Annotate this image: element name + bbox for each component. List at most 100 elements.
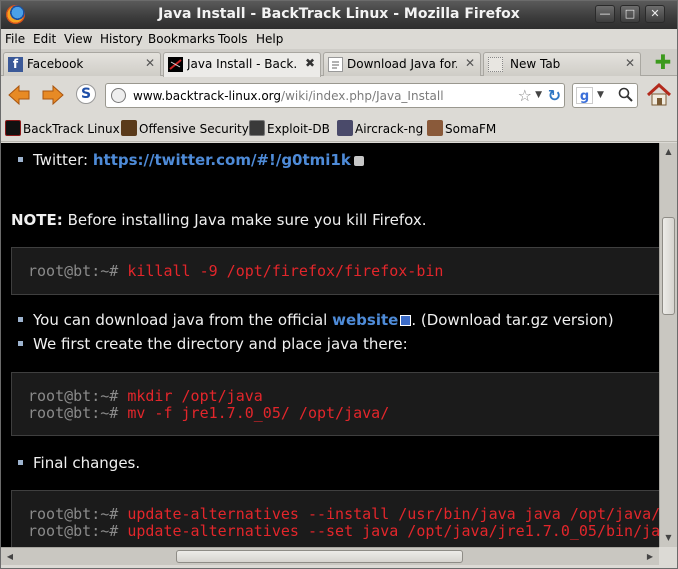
backtrack-icon	[5, 120, 21, 136]
url-bar[interactable]: www.backtrack-linux.org/wiki/index.php/J…	[105, 83, 565, 108]
close-window-button[interactable]: ✕	[645, 5, 665, 23]
list-item: Final changes.	[18, 454, 140, 472]
backtrack-icon	[168, 57, 183, 72]
bookmark-label: Aircrack-ng	[355, 122, 424, 136]
shell-prompt: root@bt:~#	[28, 262, 128, 280]
url-path: /wiki/index.php/Java_Install	[281, 89, 444, 103]
reload-icon[interactable]: ↻	[548, 86, 561, 105]
lock-icon	[353, 156, 364, 166]
tab-download-java[interactable]: Download Java for... ✕	[323, 52, 481, 76]
google-icon[interactable]: g	[576, 87, 593, 104]
title-bar: Java Install - BackTrack Linux - Mozilla…	[1, 1, 677, 29]
bullet-icon	[18, 157, 23, 162]
vertical-scroll-thumb[interactable]	[662, 217, 675, 315]
back-arrow-icon[interactable]	[7, 85, 31, 105]
scroll-down-icon[interactable]: ▼	[660, 531, 677, 545]
tab-label: Java Install - Back...	[187, 57, 297, 71]
menu-edit[interactable]: Edit	[33, 32, 56, 46]
horizontal-scrollbar[interactable]: ◀ ▶	[1, 547, 659, 565]
url-domain: www.backtrack-linux.org	[133, 89, 282, 103]
scrollbar-corner	[659, 547, 677, 565]
bookmark-label: Exploit-DB	[267, 122, 330, 136]
code-line: root@bt:~# mkdir /opt/java	[28, 387, 263, 405]
tab-java-install[interactable]: Java Install - Back... ✖	[163, 52, 321, 77]
firefox-window: Java Install - BackTrack Linux - Mozilla…	[0, 0, 678, 569]
bookmark-somafm[interactable]: SomaFM	[427, 120, 496, 138]
bookmark-backtrack-linux[interactable]: BackTrack Linux	[5, 120, 120, 138]
bookmark-star-icon[interactable]: ☆	[518, 86, 532, 105]
search-engine-dropdown-icon[interactable]: ▼	[597, 90, 604, 100]
exploit-db-icon	[249, 120, 265, 136]
history-dropdown-icon[interactable]: ▼	[535, 90, 542, 100]
note-paragraph: NOTE: Before installing Java make sure y…	[11, 211, 427, 229]
tab-label: Facebook	[27, 57, 84, 71]
shell-command: mkdir /opt/java	[127, 387, 263, 405]
close-tab-icon[interactable]: ✕	[623, 56, 637, 70]
menu-history[interactable]: History	[100, 32, 143, 46]
tab-facebook[interactable]: f Facebook ✕	[3, 52, 161, 76]
bullet-icon	[18, 341, 23, 346]
maximize-button[interactable]: □	[620, 5, 640, 23]
code-block-update-alternatives: root@bt:~# update-alternatives --install…	[11, 490, 659, 547]
horizontal-scroll-thumb[interactable]	[176, 550, 463, 563]
bookmark-offensive-security[interactable]: Offensive Security	[121, 120, 249, 138]
globe-icon	[111, 88, 126, 103]
shell-command: killall -9 /opt/firefox/firefox-bin	[127, 262, 444, 280]
bookmark-label: Offensive Security	[139, 122, 249, 136]
scroll-up-icon[interactable]: ▲	[660, 145, 677, 159]
stumbleupon-s-icon[interactable]: S	[76, 84, 96, 104]
facebook-icon: f	[8, 57, 23, 72]
new-tab-plus-icon[interactable]: ✚	[653, 52, 673, 73]
menu-bookmarks[interactable]: Bookmarks	[148, 32, 215, 46]
menu-help[interactable]: Help	[256, 32, 283, 46]
search-box[interactable]: g ▼	[572, 83, 638, 108]
menu-bar: File Edit View History Bookmarks Tools H…	[1, 29, 677, 49]
tab-label: Download Java for...	[347, 57, 457, 71]
bookmark-exploit-db[interactable]: Exploit-DB	[249, 120, 330, 138]
shell-prompt: root@bt:~#	[28, 404, 128, 422]
list-item: You can download java from the official …	[18, 311, 614, 329]
code-line: root@bt:~# update-alternatives --set jav…	[28, 522, 659, 540]
minimize-button[interactable]: —	[595, 5, 615, 23]
website-link[interactable]: website	[332, 311, 398, 329]
menu-tools[interactable]: Tools	[218, 32, 248, 46]
bookmark-aircrack-ng[interactable]: Aircrack-ng	[337, 120, 423, 138]
code-line: root@bt:~# mv -f jre1.7.0_05/ /opt/java/	[28, 404, 389, 422]
vertical-scrollbar[interactable]: ▲ ▼	[659, 143, 677, 547]
close-tab-icon[interactable]: ✖	[303, 56, 317, 70]
external-link-icon	[400, 315, 412, 326]
shell-prompt: root@bt:~#	[28, 522, 128, 540]
page-content: Twitter: https://twitter.com/#!/g0tmi1k …	[1, 143, 659, 547]
document-icon	[328, 57, 343, 72]
scroll-right-icon[interactable]: ▶	[643, 550, 657, 564]
url-text[interactable]: www.backtrack-linux.org/wiki/index.php/J…	[133, 89, 444, 103]
somafm-icon	[427, 120, 443, 136]
aircrack-ng-icon	[337, 120, 353, 136]
shell-command: mv -f jre1.7.0_05/ /opt/java/	[127, 404, 390, 422]
code-line: root@bt:~# update-alternatives --install…	[28, 505, 659, 523]
code-block-mkdir: root@bt:~# mkdir /opt/java root@bt:~# mv…	[11, 372, 659, 436]
twitter-link[interactable]: https://twitter.com/#!/g0tmi1k	[93, 151, 351, 169]
navigation-bar: S www.backtrack-linux.org/wiki/index.php…	[1, 77, 677, 113]
close-tab-icon[interactable]: ✕	[143, 56, 157, 70]
menu-file[interactable]: File	[5, 32, 25, 46]
search-icon[interactable]	[618, 87, 633, 102]
note-text: Before installing Java make sure you kil…	[62, 211, 427, 229]
tab-strip: f Facebook ✕ Java Install - Back... ✖ Do…	[1, 49, 677, 77]
bookmarks-toolbar: BackTrack Linux Offensive Security Explo…	[1, 114, 677, 142]
list-item: We first create the directory and place …	[18, 335, 408, 353]
tab-new-tab[interactable]: New Tab ✕	[483, 52, 641, 76]
forward-arrow-icon[interactable]	[41, 85, 65, 105]
scroll-left-icon[interactable]: ◀	[3, 550, 17, 564]
home-icon[interactable]	[646, 82, 672, 108]
download-text: You can download java from the official	[33, 311, 333, 329]
code-block-killall: root@bt:~# killall -9 /opt/firefox/firef…	[11, 247, 659, 295]
close-tab-icon[interactable]: ✕	[463, 56, 477, 70]
offensive-security-icon	[121, 120, 137, 136]
create-dir-text: We first create the directory and place …	[33, 335, 408, 353]
menu-view[interactable]: View	[64, 32, 92, 46]
download-text-end: . (Download tar.gz version)	[411, 311, 614, 329]
note-label: NOTE:	[11, 211, 63, 229]
blank-page-icon	[488, 57, 503, 72]
code-line: root@bt:~# killall -9 /opt/firefox/firef…	[28, 262, 443, 280]
